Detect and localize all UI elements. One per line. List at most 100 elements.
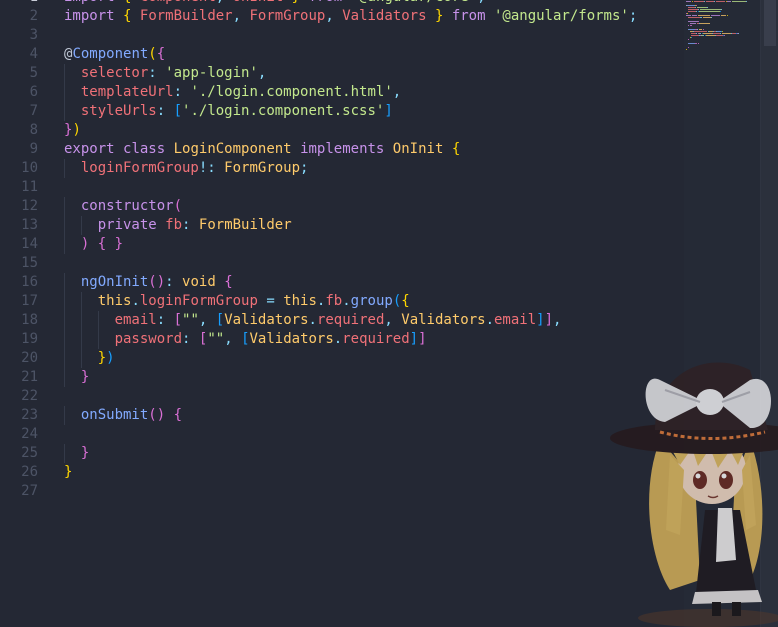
- code-token: ]: [409, 331, 419, 347]
- code-line[interactable]: 4 @Component({: [0, 45, 684, 64]
- code-token: this: [97, 293, 132, 309]
- code-line[interactable]: 8}): [0, 121, 684, 140]
- code-token: password: [114, 331, 183, 347]
- code-line[interactable]: 10 loginFormGroup!: FormGroup;: [0, 159, 684, 178]
- code-line[interactable]: 9 export class LoginComponent implements …: [0, 140, 684, 159]
- line-number: 13: [21, 217, 38, 233]
- line-number: 16: [21, 274, 38, 290]
- code-token: [: [241, 331, 250, 347]
- code-line[interactable]: 23 onSubmit() {: [0, 406, 684, 425]
- code-text: templateUrl: './login.component.html',: [64, 83, 401, 102]
- code-line[interactable]: 14 ) { }: [0, 235, 684, 254]
- code-line[interactable]: 22: [0, 387, 684, 406]
- code-line[interactable]: 2 import { FormBuilder, FormGroup, Valida…: [0, 7, 684, 26]
- code-token: .: [308, 312, 317, 328]
- code-token: .: [333, 331, 343, 347]
- code-token: fb: [325, 293, 343, 309]
- line-number: 18: [21, 312, 38, 328]
- code-token: email: [114, 312, 157, 328]
- line-number: 11: [21, 179, 38, 195]
- scrollbar-thumb[interactable]: [764, 0, 776, 46]
- code-token: ]: [418, 331, 427, 347]
- code-line[interactable]: 19 password: ["", [Validators.required]]: [0, 330, 684, 349]
- line-number: 3: [29, 27, 38, 43]
- code-line[interactable]: 18 email: ["", [Validators.required, Val…: [0, 311, 684, 330]
- minimap-token: [713, 33, 721, 34]
- line-number: 20: [21, 350, 38, 366]
- code-token: OnInit: [233, 0, 284, 5]
- code-token: !:: [198, 160, 216, 176]
- code-token: ;: [628, 8, 638, 24]
- code-line[interactable]: 21 }: [0, 368, 684, 387]
- minimap-token: [699, 9, 722, 10]
- code-text: @Component({: [64, 45, 165, 64]
- code-text: constructor(: [64, 197, 182, 216]
- code-line[interactable]: 13 private fb: FormBuilder: [0, 216, 684, 235]
- code-line[interactable]: 27: [0, 482, 684, 501]
- code-editor[interactable]: 1 import { Component, OnInit } from '@ang…: [0, 0, 778, 627]
- code-token: loginFormGroup: [80, 160, 199, 176]
- code-token: {: [97, 236, 107, 252]
- code-line[interactable]: 25 }: [0, 444, 684, 463]
- code-token: }: [114, 236, 124, 252]
- line-number: 8: [29, 122, 38, 138]
- code-token: private: [97, 217, 157, 233]
- code-token: (: [148, 46, 157, 62]
- code-text: }): [64, 121, 81, 140]
- code-text: onSubmit() {: [64, 406, 182, 425]
- minimap-token: [722, 33, 731, 34]
- code-line[interactable]: 16 ngOnInit(): void {: [0, 273, 684, 292]
- code-line[interactable]: 12 constructor(: [0, 197, 684, 216]
- code-line[interactable]: 15: [0, 254, 684, 273]
- code-line[interactable]: 6 templateUrl: './login.component.html',: [0, 83, 684, 102]
- code-token: {: [401, 293, 410, 309]
- code-token: void: [182, 274, 216, 290]
- code-line[interactable]: 20 }): [0, 349, 684, 368]
- code-token: [: [173, 103, 183, 119]
- code-area[interactable]: 1 import { Component, OnInit } from '@ang…: [0, 0, 684, 501]
- code-text: export class LoginComponent implements O…: [64, 140, 460, 159]
- code-token: Validators: [249, 331, 334, 347]
- code-line[interactable]: 1 import { Component, OnInit } from '@ang…: [0, 0, 684, 7]
- code-line[interactable]: 24: [0, 425, 684, 444]
- code-line[interactable]: 17 this.loginFormGroup = this.fb.group({: [0, 292, 684, 311]
- minimap-token: [687, 11, 696, 12]
- minimap-token: [705, 1, 714, 2]
- code-token: Validators: [224, 312, 309, 328]
- code-token: .: [485, 312, 494, 328]
- code-text: import { Component, OnInit } from '@angu…: [64, 0, 486, 7]
- code-token: :: [148, 65, 157, 81]
- minimap-token: [705, 35, 715, 36]
- code-line[interactable]: 26}: [0, 463, 684, 482]
- line-number: 26: [21, 464, 38, 480]
- line-number: 19: [21, 331, 38, 347]
- code-token: email: [494, 312, 537, 328]
- code-token: {: [173, 407, 183, 423]
- minimap-token: [711, 17, 713, 18]
- code-text: email: ["", [Validators.required, Valida…: [64, 311, 562, 330]
- code-token: fb: [165, 217, 183, 233]
- code-line[interactable]: 3: [0, 26, 684, 45]
- code-line[interactable]: 11: [0, 178, 684, 197]
- code-line[interactable]: 7 styleUrls: ['./login.component.scss']: [0, 102, 684, 121]
- code-token: import: [64, 8, 115, 24]
- code-token: ]: [536, 312, 545, 328]
- code-token: ,: [553, 312, 562, 328]
- minimap-token: [687, 9, 698, 10]
- code-line[interactable]: 5 selector: 'app-login',: [0, 64, 684, 83]
- minimap-token: [697, 15, 711, 16]
